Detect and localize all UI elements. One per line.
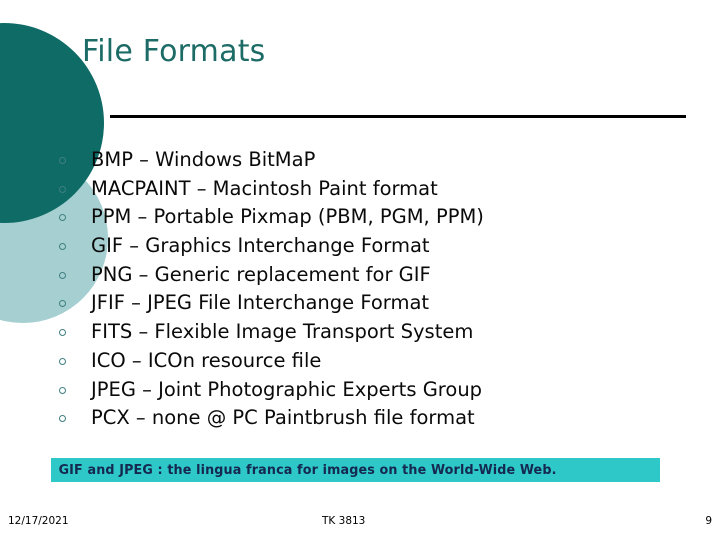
list-item: PCX – none @ PC Paintbrush file format	[58, 404, 698, 433]
list-item-label: PPM – Portable Pixmap (PBM, PGM, PPM)	[91, 205, 484, 229]
hollow-circle-icon	[59, 300, 66, 308]
list-item: MACPAINT – Macintosh Paint format	[58, 175, 698, 204]
list-item-label: PNG – Generic replacement for GIF	[91, 262, 431, 286]
hollow-circle-icon	[59, 329, 66, 337]
hollow-circle-icon	[59, 271, 66, 279]
hollow-circle-icon	[59, 243, 66, 251]
list-item-label: GIF – Graphics Interchange Format	[91, 234, 430, 258]
hollow-circle-icon	[59, 357, 66, 365]
list-item-label: ICO – ICOn resource file	[91, 348, 322, 372]
list-item: PNG – Generic replacement for GIF	[58, 261, 698, 290]
slide-title: File Formats	[82, 34, 266, 69]
title-divider-rule	[110, 115, 686, 118]
footer-date: 12/17/2021	[8, 515, 69, 527]
list-item-label: JPEG – Joint Photographic Experts Group	[91, 377, 483, 401]
slide-footer: 12/17/2021 TK 3813 9	[0, 515, 720, 535]
highlight-callout-box: GIF and JPEG : the lingua franca for ima…	[51, 458, 660, 482]
highlight-callout-text: GIF and JPEG : the lingua franca for ima…	[58, 462, 557, 478]
list-item-label: PCX – none @ PC Paintbrush file format	[91, 406, 475, 430]
footer-page-number: 9	[705, 515, 712, 527]
list-item: JPEG – Joint Photographic Experts Group	[58, 376, 698, 405]
list-item: GIF – Graphics Interchange Format	[58, 232, 698, 261]
list-item: PPM – Portable Pixmap (PBM, PGM, PPM)	[58, 203, 698, 232]
hollow-circle-icon	[59, 157, 66, 164]
hollow-circle-icon	[59, 415, 66, 423]
slide-canvas: File Formats BMP – Windows BitMaP MACPAI…	[0, 0, 720, 540]
hollow-circle-icon	[59, 185, 66, 193]
list-item: FITS – Flexible Image Transport System	[58, 318, 698, 347]
hollow-circle-icon	[59, 214, 66, 222]
list-item: JFIF – JPEG File Interchange Format	[58, 289, 698, 318]
file-format-list: BMP – Windows BitMaP MACPAINT – Macintos…	[58, 146, 698, 433]
list-item-label: BMP – Windows BitMaP	[91, 148, 316, 171]
list-item: ICO – ICOn resource file	[58, 347, 698, 376]
list-item-label: MACPAINT – Macintosh Paint format	[91, 176, 438, 200]
list-item: BMP – Windows BitMaP	[58, 146, 698, 175]
footer-course-code: TK 3813	[322, 515, 366, 527]
list-item-label: JFIF – JPEG File Interchange Format	[91, 291, 430, 315]
hollow-circle-icon	[59, 386, 66, 394]
list-item-label: FITS – Flexible Image Transport System	[91, 320, 474, 344]
